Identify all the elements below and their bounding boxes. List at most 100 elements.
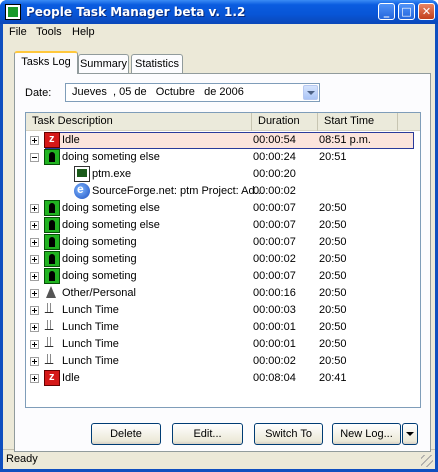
task-duration: 00:00:03: [253, 304, 296, 316]
task-row[interactable]: doing someting 00:00:02 20:50: [26, 251, 420, 268]
task-description: Idle: [62, 372, 80, 384]
expand-icon[interactable]: [30, 323, 39, 332]
resize-grip[interactable]: [421, 455, 433, 467]
task-description: Lunch Time: [62, 304, 119, 316]
grid-header: Task Description Duration Start Time: [26, 113, 420, 131]
task-row[interactable]: doing someting else 00:00:07 20:50: [26, 217, 420, 234]
task-description: SourceForge.net: ptm Project: Ad...: [92, 185, 264, 197]
task-icon: [44, 251, 60, 267]
minimize-button[interactable]: _: [378, 3, 395, 20]
app-window: People Task Manager beta v. 1.2 _ □ ✕ Fi…: [0, 0, 438, 472]
expand-icon[interactable]: [30, 289, 39, 298]
tab-summary[interactable]: Summary: [78, 54, 129, 74]
expand-icon[interactable]: [30, 374, 39, 383]
task-duration: 00:00:02: [253, 355, 296, 367]
new-log-button[interactable]: New Log...: [332, 423, 401, 445]
task-description: doing someting else: [62, 219, 160, 231]
task-description: Idle: [62, 134, 80, 146]
task-row[interactable]: ptm.exe 00:00:20: [26, 166, 420, 183]
expand-icon[interactable]: [30, 255, 39, 264]
task-start-time: 20:50: [319, 219, 347, 231]
edit-button[interactable]: Edit...: [172, 423, 243, 445]
other-icon: [44, 285, 58, 301]
task-start-time: 20:50: [319, 253, 347, 265]
task-icon: [44, 217, 60, 233]
task-start-time: 20:50: [319, 355, 347, 367]
chevron-down-icon[interactable]: [303, 85, 318, 100]
task-icon: [44, 149, 60, 165]
task-row[interactable]: Lunch Time 00:00:02 20:50: [26, 351, 420, 370]
expand-icon[interactable]: [30, 306, 39, 315]
task-start-time: 08:51 p.m.: [319, 134, 371, 146]
expand-icon[interactable]: [30, 340, 39, 349]
column-header-duration[interactable]: Duration: [252, 113, 318, 131]
column-header-filler: [398, 113, 420, 131]
application-icon: [74, 166, 90, 182]
menu-bar: File Tools Help: [3, 24, 435, 42]
delete-button[interactable]: Delete: [91, 423, 161, 445]
task-row[interactable]: Other/Personal 00:00:16 20:50: [26, 285, 420, 302]
fork-knife-icon: [44, 351, 60, 369]
fork-knife-icon: [44, 317, 60, 335]
browser-icon: [74, 182, 90, 199]
task-grid[interactable]: Task Description Duration Start Time Idl…: [25, 112, 421, 408]
status-text: Ready: [6, 453, 38, 465]
task-start-time: 20:50: [319, 236, 347, 248]
status-bar: Ready: [3, 449, 435, 469]
tasks-log-panel: Date: Jueves , 05 de Octubre de 2006 Tas…: [14, 73, 431, 452]
task-row[interactable]: Lunch Time 00:00:01 20:50: [26, 334, 420, 353]
expand-icon[interactable]: [30, 357, 39, 366]
task-duration: 00:00:20: [253, 168, 296, 180]
task-description: doing someting: [62, 253, 137, 265]
task-duration: 00:00:07: [253, 202, 296, 214]
menu-file[interactable]: File: [9, 26, 27, 38]
task-duration: 00:00:54: [253, 134, 296, 146]
task-row[interactable]: Idle 00:00:54 08:51 p.m.: [30, 132, 414, 149]
maximize-button[interactable]: □: [398, 3, 415, 20]
expand-icon[interactable]: [30, 204, 39, 213]
title-bar[interactable]: People Task Manager beta v. 1.2 _ □ ✕: [0, 0, 438, 24]
expand-icon[interactable]: [30, 136, 39, 145]
task-row[interactable]: Lunch Time 00:00:03 20:50: [26, 300, 420, 319]
task-row[interactable]: doing someting 00:00:07 20:50: [26, 234, 420, 251]
expand-icon[interactable]: [30, 238, 39, 247]
task-start-time: 20:50: [319, 202, 347, 214]
task-row[interactable]: doing someting else 00:00:24 20:51: [26, 149, 420, 166]
task-row[interactable]: Idle 00:08:04 20:41: [26, 370, 420, 387]
column-header-start-time[interactable]: Start Time: [318, 113, 398, 131]
tab-tasks-log[interactable]: Tasks Log: [14, 51, 78, 74]
task-row[interactable]: Lunch Time 00:00:01 20:50: [26, 317, 420, 336]
task-duration: 00:08:04: [253, 372, 296, 384]
task-start-time: 20:51: [319, 151, 347, 163]
task-start-time: 20:50: [319, 321, 347, 333]
column-header-description[interactable]: Task Description: [26, 113, 252, 131]
task-start-time: 20:50: [319, 287, 347, 299]
expand-icon[interactable]: [30, 221, 39, 230]
collapse-icon[interactable]: [30, 153, 39, 162]
task-start-time: 20:50: [319, 270, 347, 282]
task-duration: 00:00:01: [253, 338, 296, 350]
switch-to-button[interactable]: Switch To: [254, 423, 323, 445]
task-row[interactable]: SourceForge.net: ptm Project: Ad...00:00…: [26, 182, 420, 200]
task-description: Lunch Time: [62, 321, 119, 333]
task-start-time: 20:41: [319, 372, 347, 384]
task-row[interactable]: doing someting else 00:00:07 20:50: [26, 200, 420, 217]
date-picker[interactable]: Jueves , 05 de Octubre de 2006: [65, 83, 320, 102]
task-description: doing someting: [62, 270, 137, 282]
menu-tools[interactable]: Tools: [36, 26, 62, 38]
menu-help[interactable]: Help: [72, 26, 95, 38]
task-start-time: 20:50: [319, 338, 347, 350]
task-description: Lunch Time: [62, 355, 119, 367]
task-description: doing someting: [62, 236, 137, 248]
task-row[interactable]: doing someting 00:00:07 20:50: [26, 268, 420, 285]
date-label: Date:: [25, 87, 52, 99]
tab-statistics[interactable]: Statistics: [131, 54, 183, 74]
close-button[interactable]: ✕: [418, 3, 435, 20]
expand-icon[interactable]: [30, 272, 39, 281]
task-icon: [44, 268, 60, 284]
app-icon: [5, 4, 21, 20]
task-icon: [44, 234, 60, 250]
new-log-dropdown-button[interactable]: [402, 423, 418, 445]
task-duration: 00:00:02: [253, 185, 296, 197]
task-duration: 00:00:16: [253, 287, 296, 299]
